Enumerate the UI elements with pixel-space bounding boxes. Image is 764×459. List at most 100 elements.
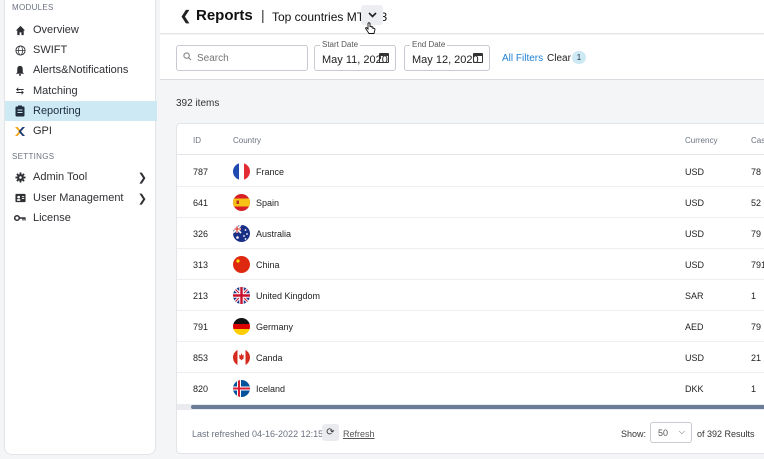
cell-country: Canda bbox=[256, 353, 283, 363]
home-icon bbox=[13, 25, 27, 36]
calendar-icon[interactable] bbox=[379, 53, 389, 63]
gear-icon bbox=[13, 171, 27, 183]
horizontal-scrollbar-thumb[interactable] bbox=[191, 405, 764, 409]
cell-cases: 1 bbox=[751, 384, 757, 394]
sidebar-item-license[interactable]: License bbox=[5, 208, 157, 228]
globe-icon bbox=[13, 44, 27, 56]
results-count: of 392 Results bbox=[697, 429, 755, 439]
table-header: ID Country Currency Cas bbox=[177, 124, 764, 155]
sidebar-item-gpi[interactable]: GPI bbox=[5, 121, 157, 141]
end-date-label: End Date bbox=[410, 40, 448, 49]
all-filters-link[interactable]: All Filters bbox=[502, 53, 543, 64]
sidebar: MODULES Overview SWIFT Alerts&Notificati… bbox=[4, 0, 157, 455]
sidebar-item-label: Overview bbox=[33, 24, 79, 36]
sidebar-item-reporting[interactable]: Reporting bbox=[5, 101, 157, 121]
cell-currency: USD bbox=[685, 353, 705, 363]
gpi-icon bbox=[13, 126, 27, 137]
search-input[interactable] bbox=[197, 52, 297, 64]
cell-cases: 79 bbox=[751, 322, 762, 332]
filter-bar: Start Date May 11, 2020 End Date May 12,… bbox=[160, 35, 764, 80]
column-header-currency[interactable]: Currency bbox=[685, 136, 717, 145]
search-icon bbox=[183, 52, 192, 64]
start-date-field[interactable]: Start Date May 11, 2020 bbox=[314, 40, 396, 71]
table-row[interactable]: 641 Spain USD 52 bbox=[177, 187, 764, 218]
column-header-cases[interactable]: Cas bbox=[751, 136, 764, 145]
sidebar-item-label: License bbox=[33, 212, 71, 224]
column-header-country[interactable]: Country bbox=[233, 136, 261, 145]
sidebar-item-swift[interactable]: SWIFT bbox=[5, 40, 157, 60]
sidebar-item-overview[interactable]: Overview bbox=[5, 20, 157, 40]
cell-id: 791 bbox=[193, 322, 209, 332]
cell-country: China bbox=[256, 260, 280, 270]
cell-country: France bbox=[256, 167, 285, 177]
search-box[interactable] bbox=[176, 45, 308, 71]
refresh-link[interactable]: Refresh bbox=[343, 429, 375, 439]
cell-id: 853 bbox=[193, 353, 209, 363]
end-date-value: May 12, 2020 bbox=[412, 54, 479, 66]
cell-cases: 52 bbox=[751, 198, 762, 208]
cell-id: 313 bbox=[193, 260, 209, 270]
cell-id: 326 bbox=[193, 229, 209, 239]
report-table: ID Country Currency Cas 787 France USD 7… bbox=[176, 123, 764, 454]
flag-canada-icon bbox=[233, 349, 250, 366]
start-date-value: May 11, 2020 bbox=[322, 54, 388, 66]
table-row[interactable]: 853 Canda USD 21 bbox=[177, 342, 764, 373]
page-size-select[interactable]: 50 ⌵ bbox=[650, 422, 692, 443]
cell-currency: USD bbox=[685, 229, 705, 239]
page-title: Reports bbox=[196, 7, 253, 24]
sidebar-item-label: Alerts&Notifications bbox=[33, 64, 129, 76]
cell-cases: 78 bbox=[751, 167, 762, 177]
sidebar-item-admin-tool[interactable]: Admin Tool ❯ bbox=[5, 167, 157, 187]
table-row[interactable]: 326 Australia USD 79 bbox=[177, 218, 764, 249]
cell-cases: 791 bbox=[751, 260, 764, 270]
sidebar-item-label: SWIFT bbox=[33, 44, 68, 56]
chevron-right-icon: ❯ bbox=[137, 192, 147, 205]
clear-filters-button[interactable]: Clear bbox=[547, 53, 571, 64]
clipboard-icon bbox=[13, 105, 27, 117]
cell-currency: USD bbox=[685, 198, 705, 208]
cell-cases: 1 bbox=[751, 291, 757, 301]
sidebar-item-label: GPI bbox=[33, 125, 52, 137]
sidebar-item-matching[interactable]: ⇆ Matching bbox=[5, 81, 157, 101]
calendar-icon[interactable] bbox=[473, 53, 483, 63]
cell-country: Spain bbox=[256, 198, 280, 208]
flag-iceland-icon bbox=[233, 380, 250, 397]
chevron-down-icon: ⌵ bbox=[678, 427, 685, 436]
page-header: ❮ Reports | Top countries MT 103 bbox=[160, 0, 764, 34]
table-row[interactable]: 213 United Kingdom SAR 1 bbox=[177, 280, 764, 311]
sidebar-item-user-management[interactable]: User Management ❯ bbox=[5, 188, 157, 208]
settings-section-title: SETTINGS bbox=[12, 152, 55, 161]
sidebar-item-alerts[interactable]: Alerts&Notifications bbox=[5, 60, 157, 80]
back-chevron-icon[interactable]: ❮ bbox=[180, 8, 191, 24]
cell-cases: 21 bbox=[751, 353, 762, 363]
cell-currency: USD bbox=[685, 167, 705, 177]
flag-spain-icon bbox=[233, 194, 250, 211]
end-date-field[interactable]: End Date May 12, 2020 bbox=[404, 40, 490, 71]
modules-section-title: MODULES bbox=[12, 3, 54, 12]
column-header-id[interactable]: ID bbox=[193, 136, 201, 145]
cell-country: Germany bbox=[256, 322, 294, 332]
flag-china-icon bbox=[233, 256, 250, 273]
table-row[interactable]: 820 Iceland DKK 1 bbox=[177, 373, 764, 404]
table-row[interactable]: 787 France USD 78 bbox=[177, 156, 764, 187]
chevron-right-icon: ❯ bbox=[137, 171, 147, 184]
cell-id: 213 bbox=[193, 291, 209, 301]
flag-australia-icon bbox=[233, 225, 250, 242]
filter-count-badge: 1 bbox=[572, 51, 586, 64]
table-row[interactable]: 313 China USD 791 bbox=[177, 249, 764, 280]
flag-france-icon bbox=[233, 163, 250, 180]
chevron-down-icon bbox=[367, 12, 377, 18]
item-count: 392 items bbox=[176, 98, 220, 109]
table-row[interactable]: 791 Germany AED 79 bbox=[177, 311, 764, 342]
show-label: Show: bbox=[621, 429, 647, 439]
sidebar-item-label: Matching bbox=[33, 85, 78, 97]
bell-icon bbox=[13, 65, 27, 76]
cell-id: 641 bbox=[193, 198, 209, 208]
cell-country: United Kingdom bbox=[256, 291, 321, 301]
cell-currency: USD bbox=[685, 260, 705, 270]
sidebar-item-label: Admin Tool bbox=[33, 171, 88, 183]
cell-country: Australia bbox=[256, 229, 292, 239]
refresh-icon[interactable]: ⟳ bbox=[322, 424, 339, 441]
users-icon bbox=[13, 193, 27, 203]
key-icon bbox=[13, 214, 27, 222]
